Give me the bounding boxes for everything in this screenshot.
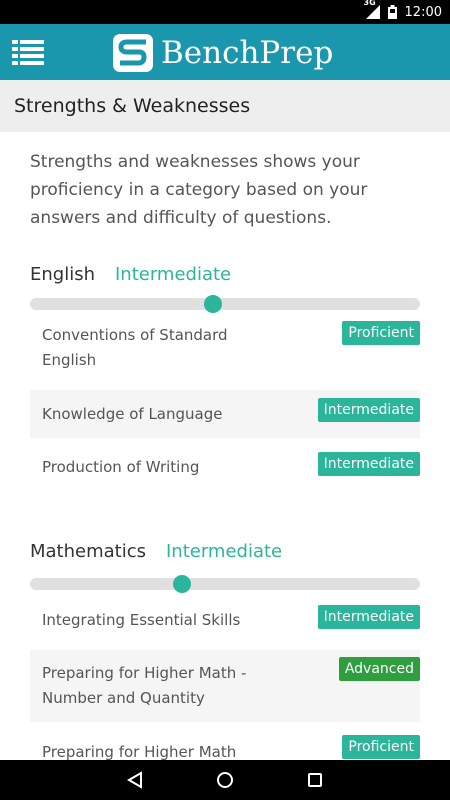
status-badge: Intermediate [317, 452, 420, 476]
home-circle-icon[interactable] [205, 760, 245, 800]
list-item[interactable]: Production of Writing Intermediate [30, 444, 420, 492]
status-badge: Advanced [338, 657, 420, 681]
brand-logo: BenchPrep [113, 34, 333, 72]
recents-square-icon[interactable] [295, 760, 335, 800]
status-bar: 3G 12:00 [0, 0, 450, 24]
category-level: Intermediate [115, 264, 232, 285]
item-label: Preparing for Higher Math [42, 743, 237, 760]
strengths-content[interactable]: Strengths and weaknesses shows your prof… [0, 132, 450, 760]
intro-text: Strengths and weaknesses shows your prof… [30, 152, 368, 228]
list-item[interactable]: Knowledge of Language Intermediate [30, 390, 420, 438]
app-bar: BenchPrep [0, 24, 450, 80]
category-header-mathematics: Mathematics Intermediate [30, 541, 282, 562]
benchprep-logo-icon [113, 34, 153, 72]
list-item[interactable]: Preparing for Higher Math Proficient [30, 732, 420, 760]
brand-name: BenchPrep [161, 35, 334, 71]
back-triangle-icon[interactable] [115, 760, 155, 800]
proficiency-slider [30, 295, 420, 313]
signal-icon: 3G [364, 0, 380, 19]
page-title: Strengths & Weaknesses [0, 80, 450, 132]
status-badge: Intermediate [317, 398, 420, 422]
proficiency-knob [204, 295, 223, 313]
list-item[interactable]: Conventions of Standard English Proficie… [30, 318, 420, 378]
category-title: Mathematics [30, 541, 146, 562]
system-nav-bar [0, 760, 450, 800]
category-header-english: English Intermediate [30, 264, 231, 285]
item-label: Integrating Essential Skills [42, 611, 241, 629]
status-badge: Intermediate [317, 605, 420, 629]
list-item[interactable]: Preparing for Higher Math - Number and Q… [30, 650, 420, 722]
category-title: English [30, 264, 95, 285]
proficiency-knob [173, 575, 192, 593]
battery-icon [387, 5, 397, 19]
item-label: Conventions of Standard English [42, 326, 228, 369]
status-badge: Proficient [342, 735, 420, 759]
category-level: Intermediate [166, 541, 283, 562]
network-type: 3G [363, 0, 376, 7]
item-label: Preparing for Higher Math - Number and Q… [42, 664, 247, 707]
list-item[interactable]: Integrating Essential Skills Intermediat… [30, 600, 420, 648]
status-badge: Proficient [342, 321, 420, 345]
item-label: Production of Writing [42, 458, 200, 476]
clock: 12:00 [404, 4, 442, 20]
item-label: Knowledge of Language [42, 405, 223, 423]
list-menu-icon[interactable] [12, 38, 44, 66]
proficiency-slider [30, 575, 420, 593]
